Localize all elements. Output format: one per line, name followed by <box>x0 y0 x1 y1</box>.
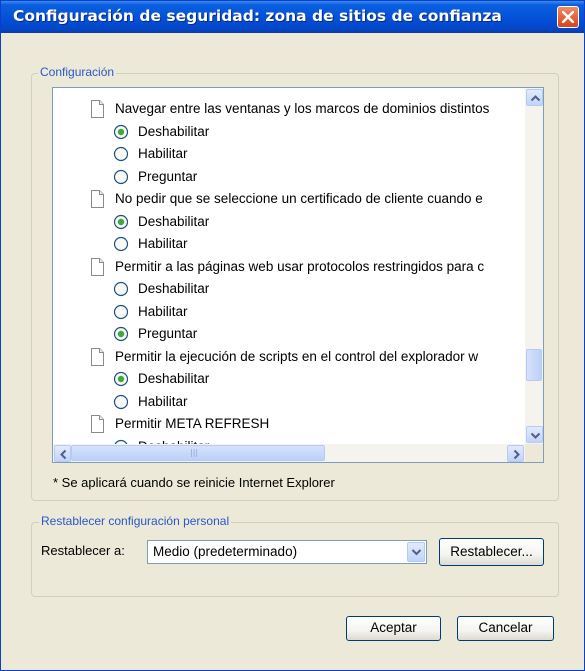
dropdown-button[interactable] <box>407 542 425 562</box>
option-label: Deshabilitar <box>138 213 210 229</box>
restart-note: * Se aplicará cuando se reinicie Interne… <box>53 475 335 490</box>
radio-icon[interactable] <box>113 236 129 252</box>
chevron-up-icon <box>530 95 541 102</box>
title-bar[interactable]: Configuración de seguridad: zona de siti… <box>1 1 584 33</box>
option-label: Habilitar <box>138 393 188 409</box>
setting-label: Navegar entre las ventanas y los marcos … <box>115 101 490 116</box>
horizontal-scroll-thumb[interactable]: ||| <box>71 445 325 461</box>
setting-label: Permitir META REFRESH <box>115 416 270 431</box>
option-label: Preguntar <box>138 168 198 184</box>
security-settings-dialog: Configuración de seguridad: zona de siti… <box>0 0 585 671</box>
radio-icon[interactable] <box>113 169 129 185</box>
option-label: Deshabilitar <box>138 123 210 139</box>
scroll-right-button[interactable] <box>507 445 524 462</box>
reset-level-value: Medio (predeterminado) <box>153 544 298 559</box>
document-icon <box>91 190 104 208</box>
chevron-left-icon <box>60 449 67 460</box>
radio-selected-icon[interactable] <box>113 214 129 230</box>
option-label: Habilitar <box>138 236 188 251</box>
close-button[interactable] <box>557 6 579 28</box>
scroll-down-button[interactable] <box>526 426 543 443</box>
radio-icon[interactable] <box>113 281 129 297</box>
chevron-down-icon <box>411 549 422 556</box>
setting-label: Permitir a las páginas web usar protocol… <box>115 258 485 274</box>
radio-selected-icon[interactable] <box>113 326 129 342</box>
radio-selected-icon[interactable] <box>113 371 129 387</box>
option-label: Habilitar <box>138 303 188 319</box>
settings-list: Navegar entre las ventanas y los marcos … <box>52 87 544 463</box>
option-label: Deshabilitar <box>138 281 210 296</box>
cancel-button[interactable]: Cancelar <box>457 616 554 641</box>
chevron-right-icon <box>513 449 520 460</box>
horizontal-scrollbar[interactable]: ||| <box>53 444 525 462</box>
scrollbar-corner <box>525 444 543 462</box>
reset-level-select[interactable]: Medio (predeterminado) <box>147 540 427 564</box>
radio-icon[interactable] <box>113 146 129 162</box>
scroll-left-button[interactable] <box>54 445 71 462</box>
option-label: Preguntar <box>138 326 198 341</box>
chevron-down-icon <box>530 432 541 439</box>
radio-selected-icon[interactable] <box>113 124 129 140</box>
radio-icon[interactable] <box>113 394 129 410</box>
vertical-scroll-thumb[interactable] <box>526 349 542 381</box>
close-x-icon <box>562 11 574 23</box>
reset-to-label: Restablecer a: <box>41 543 125 558</box>
option-label: Deshabilitar <box>138 371 210 386</box>
scroll-up-button[interactable] <box>526 89 543 106</box>
document-icon <box>91 415 104 433</box>
reset-button[interactable]: Restablecer... <box>439 538 544 566</box>
radio-icon[interactable] <box>113 304 129 320</box>
settings-list-content: Navegar entre las ventanas y los marcos … <box>53 88 525 444</box>
vertical-scrollbar[interactable] <box>525 88 543 444</box>
settings-group-label: Configuración <box>38 65 117 79</box>
scroll-grip-icon: ||| <box>190 448 199 457</box>
setting-label: Permitir la ejecución de scripts en el c… <box>115 348 479 364</box>
window-title: Configuración de seguridad: zona de siti… <box>13 7 502 25</box>
document-icon <box>91 347 104 366</box>
reset-group-label: Restablecer configuración personal <box>39 514 232 528</box>
setting-label: No pedir que se seleccione un certificad… <box>115 191 483 206</box>
document-icon <box>91 100 104 118</box>
document-icon <box>91 257 104 276</box>
ok-button[interactable]: Aceptar <box>346 616 441 641</box>
option-label: Habilitar <box>138 146 188 161</box>
